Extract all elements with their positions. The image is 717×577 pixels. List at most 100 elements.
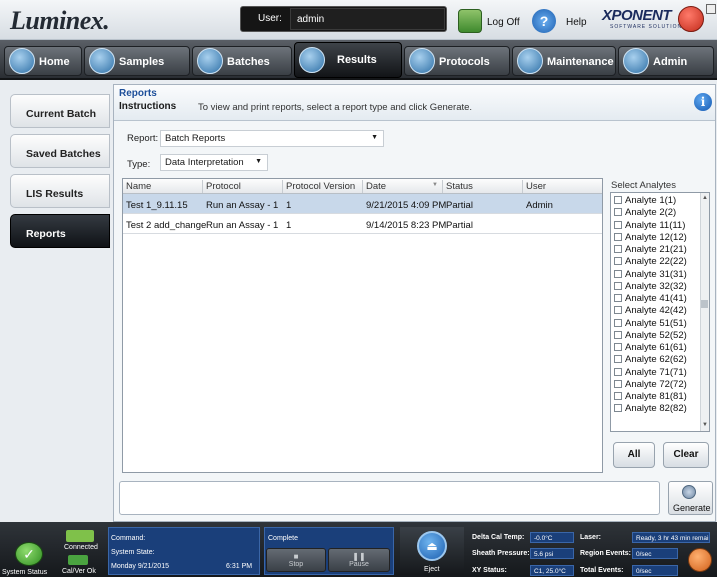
- checkbox[interactable]: [614, 306, 622, 315]
- analyte-checkbox-item[interactable]: Analyte 12(12): [614, 232, 687, 244]
- analyte-checkbox-item[interactable]: Analyte 52(52): [614, 330, 687, 342]
- checkbox[interactable]: [614, 245, 622, 253]
- type-label: Type:: [127, 159, 151, 170]
- pause-icon: ❚❚: [352, 552, 366, 561]
- checkbox[interactable]: [614, 294, 622, 302]
- analyte-checkbox-item[interactable]: Analyte 42(42): [614, 305, 687, 317]
- checkbox[interactable]: [614, 343, 622, 351]
- tab-samples[interactable]: Samples: [84, 46, 190, 76]
- tab-protocols[interactable]: Protocols: [404, 46, 510, 76]
- analyte-checkbox-item[interactable]: Analyte 1(1): [614, 195, 676, 207]
- stop-icon: ■: [293, 552, 299, 561]
- column-divider: [202, 180, 203, 193]
- checkbox[interactable]: [614, 269, 622, 278]
- column-header-date[interactable]: Date: [366, 181, 386, 192]
- home-icon: [9, 48, 35, 74]
- column-divider: [362, 180, 363, 193]
- samples-icon: [89, 48, 115, 74]
- sidebar-item-current-batch[interactable]: Current Batch: [10, 94, 110, 128]
- tab-results[interactable]: Results: [294, 42, 402, 78]
- table-row[interactable]: Test 1_9.11.15 Run an Assay - 1 1 9/21/2…: [123, 194, 602, 214]
- generate-icon[interactable]: [682, 485, 696, 499]
- sidebar-item-saved-batches[interactable]: Saved Batches: [10, 134, 110, 168]
- checkbox[interactable]: [614, 404, 622, 413]
- sidebar-item-reports[interactable]: Reports: [10, 214, 110, 248]
- luminex-logo: Luminex.: [10, 6, 110, 35]
- checkbox[interactable]: [614, 392, 622, 400]
- help-button[interactable]: Help: [566, 17, 587, 28]
- cell-status: Partial: [446, 200, 473, 211]
- checkbox[interactable]: [614, 220, 622, 229]
- table-row[interactable]: Test 2 add_change Run an Assay - 1 1 9/1…: [123, 214, 602, 234]
- scroll-down-icon[interactable]: ▼: [702, 422, 708, 428]
- cell-date: 9/14/2015 8:23 PM: [366, 220, 447, 231]
- column-header-protocol[interactable]: Protocol: [206, 181, 241, 192]
- analyte-checkbox-item[interactable]: Analyte 41(41): [614, 293, 687, 305]
- analyte-checkbox-item[interactable]: Analyte 11(11): [614, 220, 685, 232]
- all-button[interactable]: All: [613, 442, 655, 468]
- checkbox[interactable]: [614, 355, 622, 364]
- analyte-label: Analyte 52(52): [625, 329, 687, 341]
- checkbox[interactable]: [614, 330, 622, 339]
- eject-label[interactable]: Eject: [424, 566, 440, 573]
- analyte-checkbox-item[interactable]: Analyte 71(71): [614, 367, 687, 379]
- info-icon[interactable]: i: [694, 93, 712, 111]
- analyte-checkbox-item[interactable]: Analyte 31(31): [614, 269, 687, 281]
- scrollbar-thumb[interactable]: [701, 300, 708, 308]
- analyte-checkbox-item[interactable]: Analyte 51(51): [614, 318, 687, 330]
- analyte-checkbox-item[interactable]: Analyte 22(22): [614, 256, 687, 268]
- warmup-icon[interactable]: [688, 548, 712, 572]
- analyte-checkbox-item[interactable]: Analyte 82(82): [614, 403, 687, 415]
- column-header-protocol-version[interactable]: Protocol Version: [286, 181, 355, 192]
- report-select[interactable]: Batch Reports ▼: [160, 130, 384, 147]
- analytes-scrollbar[interactable]: [700, 193, 709, 431]
- checkbox[interactable]: [614, 196, 622, 204]
- checkbox[interactable]: [614, 281, 622, 290]
- eject-icon[interactable]: ⏏: [417, 531, 447, 561]
- column-header-status[interactable]: Status: [446, 181, 473, 192]
- system-status-icon[interactable]: ✓: [15, 542, 43, 566]
- checkbox[interactable]: [614, 379, 622, 388]
- help-icon[interactable]: ?: [532, 9, 556, 33]
- batches-icon: [197, 48, 223, 74]
- logoff-button[interactable]: Log Off: [487, 17, 520, 28]
- command-label: Command:: [111, 535, 146, 542]
- analyte-checkbox-item[interactable]: Analyte 32(32): [614, 281, 687, 293]
- analyte-checkbox-item[interactable]: Analyte 2(2): [614, 207, 676, 219]
- cell-protocol: Run an Assay - 1: [206, 200, 279, 211]
- type-select[interactable]: Data Interpretation ▼: [160, 154, 268, 171]
- stop-button[interactable]: ■ Stop: [266, 548, 326, 572]
- analyte-checkbox-item[interactable]: Analyte 81(81): [614, 391, 687, 403]
- tab-maintenance[interactable]: Maintenance: [512, 46, 616, 76]
- maintenance-icon: [517, 48, 543, 74]
- checkbox[interactable]: [614, 208, 622, 217]
- analyte-label: Analyte 41(41): [625, 293, 687, 304]
- analyte-checkbox-item[interactable]: Analyte 62(62): [614, 354, 687, 366]
- scroll-up-icon[interactable]: ▲: [702, 195, 708, 201]
- delta-cal-temp-value: -0.0°C: [530, 532, 574, 543]
- column-header-user[interactable]: User: [526, 181, 546, 192]
- analyte-checkbox-item[interactable]: Analyte 61(61): [614, 342, 687, 354]
- calver-label: Cal/Ver Ok: [62, 568, 96, 575]
- connected-icon: [66, 530, 94, 542]
- report-select-value: Batch Reports: [165, 133, 226, 144]
- checkbox[interactable]: [614, 232, 622, 241]
- cell-version: 1: [286, 200, 292, 211]
- minimize-button[interactable]: [706, 4, 716, 14]
- checkbox[interactable]: [614, 367, 622, 376]
- pause-button[interactable]: ❚❚ Pause: [328, 548, 390, 572]
- progress-status: Complete: [268, 535, 298, 542]
- system-status-label: System Status: [2, 569, 48, 576]
- clear-button[interactable]: Clear: [663, 442, 709, 468]
- logoff-icon[interactable]: [458, 9, 482, 33]
- column-header-name[interactable]: Name: [126, 181, 151, 192]
- checkbox[interactable]: [614, 318, 622, 327]
- tab-home[interactable]: Home: [4, 46, 82, 76]
- sidebar-item-lis-results[interactable]: LIS Results: [10, 174, 110, 208]
- tab-admin[interactable]: Admin: [618, 46, 714, 76]
- generate-label[interactable]: Generate: [673, 503, 711, 513]
- tab-batches[interactable]: Batches: [192, 46, 292, 76]
- checkbox[interactable]: [614, 257, 622, 266]
- analyte-checkbox-item[interactable]: Analyte 21(21): [614, 244, 687, 256]
- analyte-checkbox-item[interactable]: Analyte 72(72): [614, 379, 687, 391]
